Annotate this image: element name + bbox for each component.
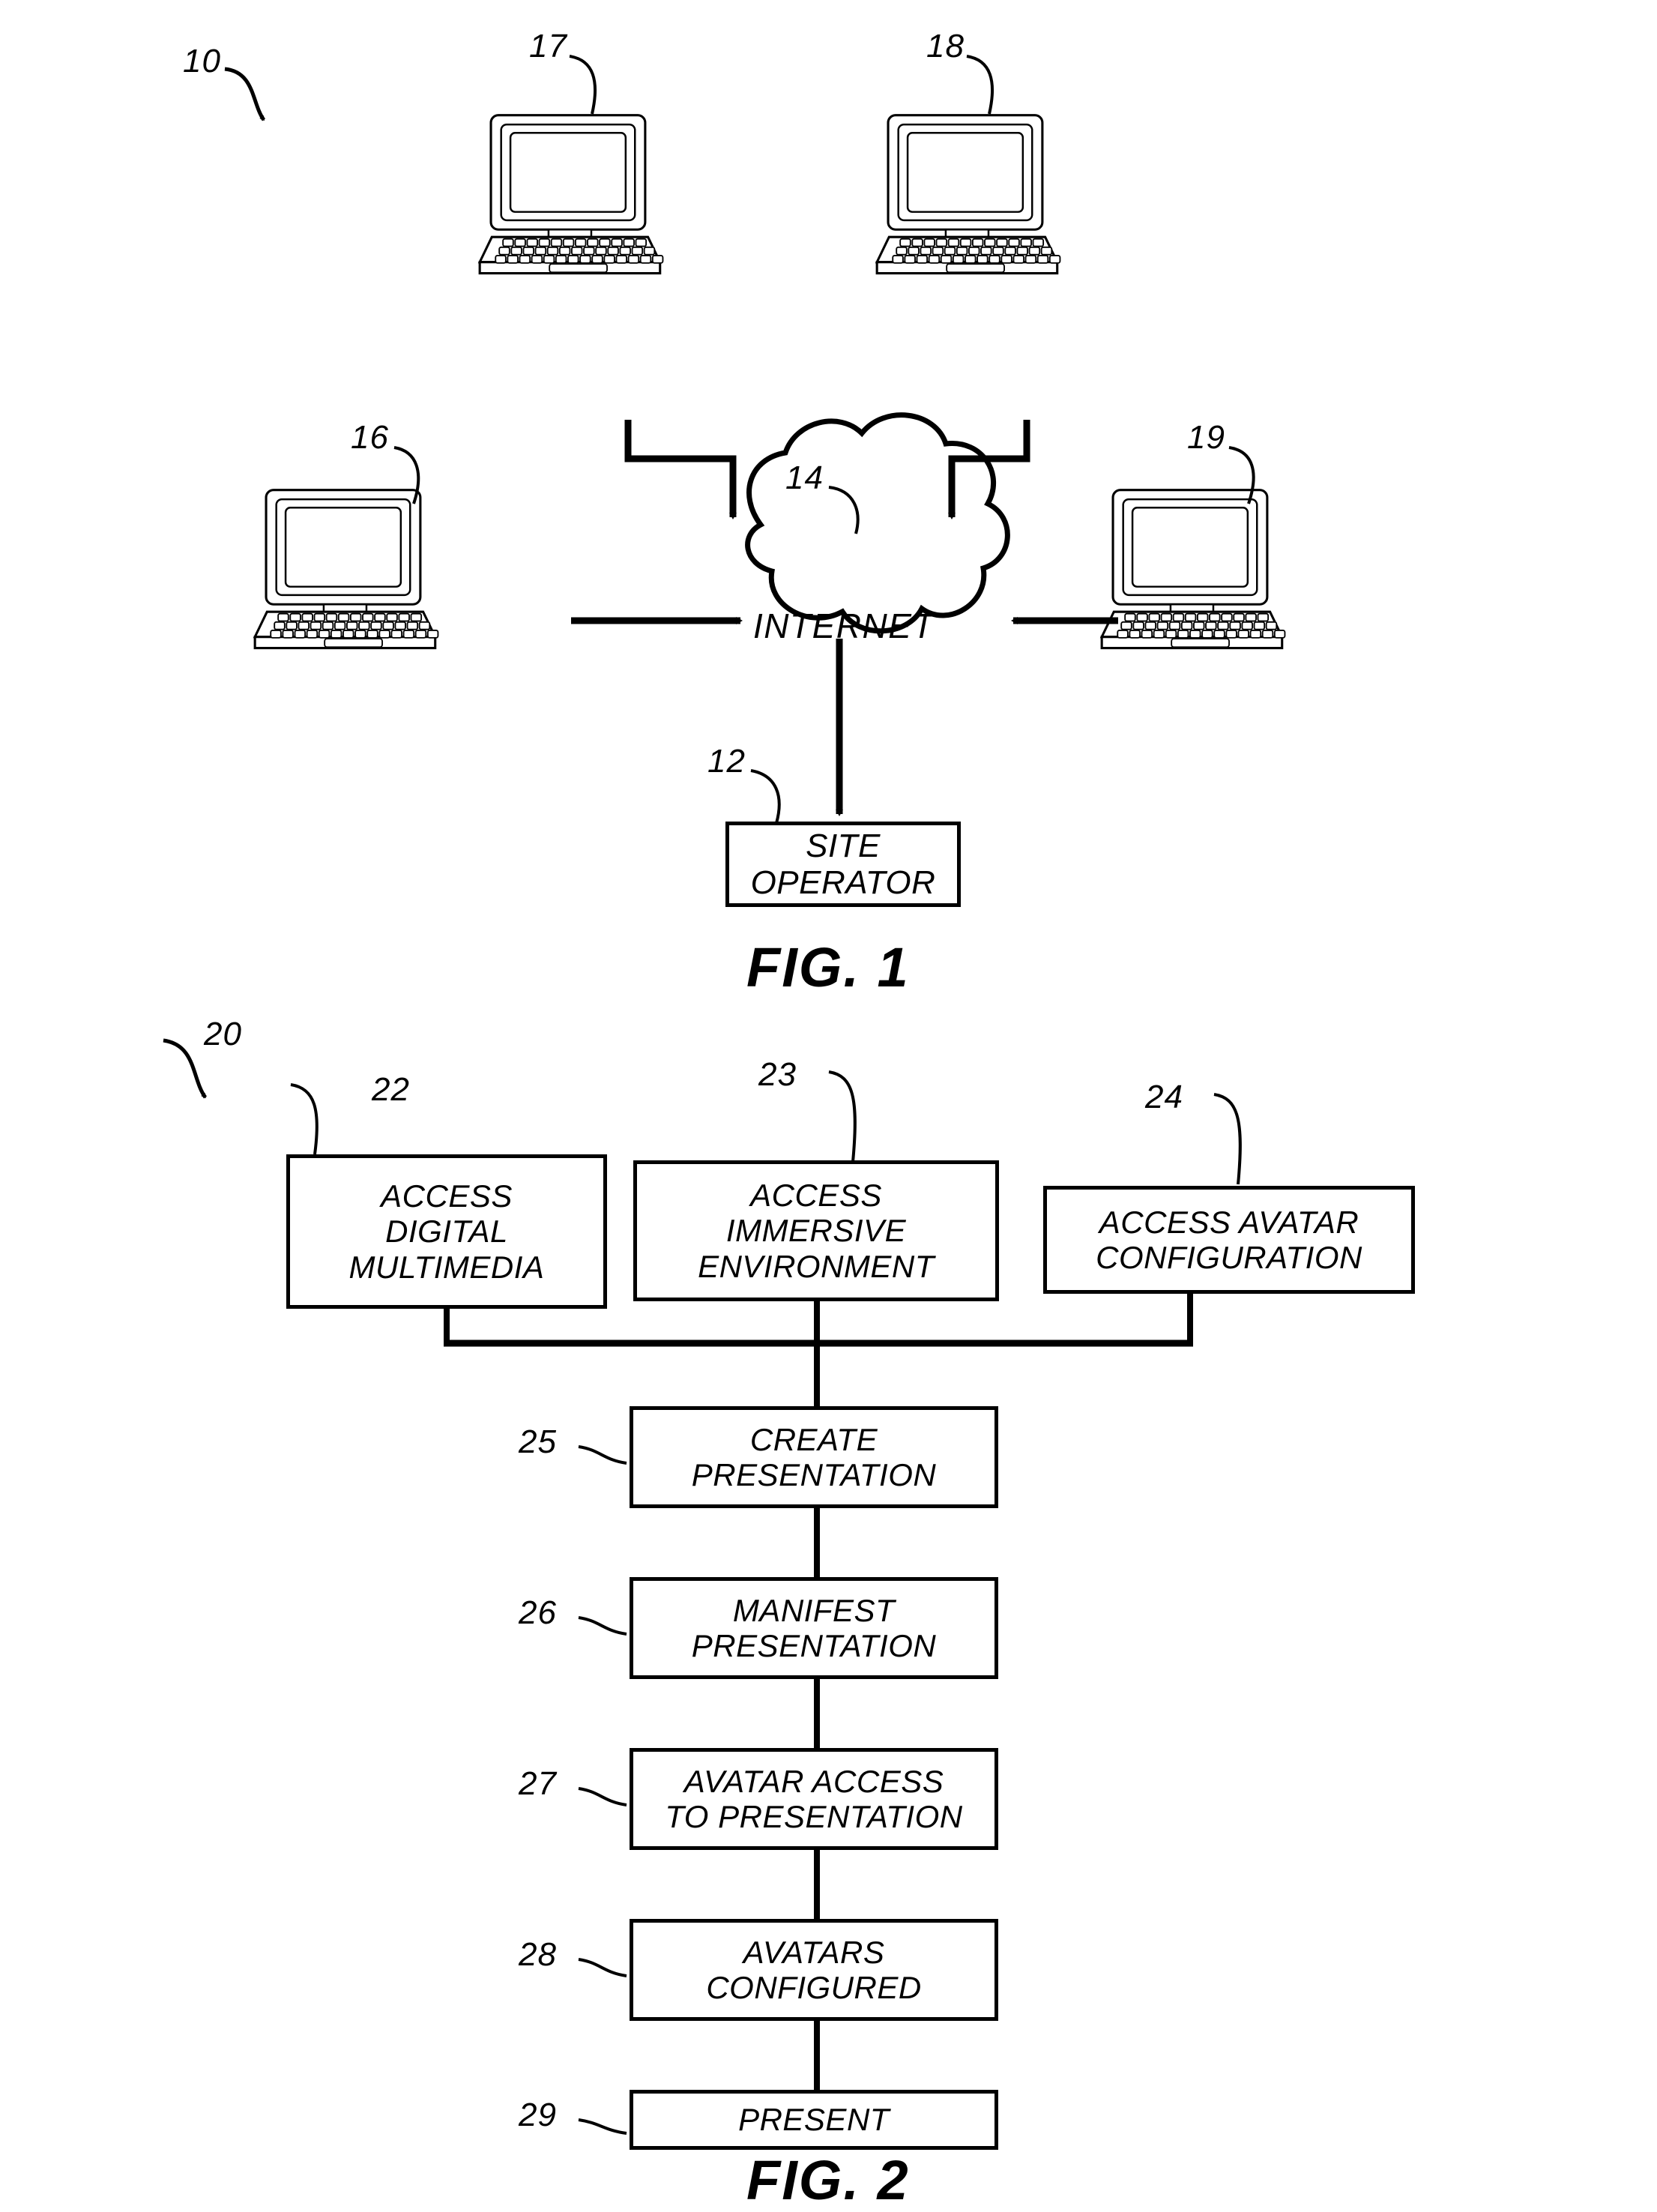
flow-box-access-immersive-environment: ACCESS IMMERSIVE ENVIRONMENT <box>633 1160 999 1301</box>
reference-numeral-25: 25 <box>519 1423 557 1460</box>
reference-numeral-10: 10 <box>183 43 221 79</box>
reference-numeral-17: 17 <box>529 28 567 64</box>
reference-numeral-24: 24 <box>1145 1079 1183 1115</box>
flow-box-avatars-configured: AVATARS CONFIGURED <box>630 1919 998 2021</box>
reference-numeral-19: 19 <box>1187 419 1225 456</box>
reference-numeral-16: 16 <box>351 419 389 456</box>
reference-numeral-28: 28 <box>519 1936 557 1973</box>
reference-numeral-29: 29 <box>519 2097 557 2133</box>
flow-box-avatar-access-to-presentation: AVATAR ACCESS TO PRESENTATION <box>630 1748 998 1850</box>
flow-box-access-avatar-configuration: ACCESS AVATAR CONFIGURATION <box>1043 1186 1415 1294</box>
figure-1-caption: FIG. 1 <box>746 936 910 998</box>
reference-numeral-22: 22 <box>372 1071 410 1108</box>
figure-2-caption: FIG. 2 <box>746 2149 910 2211</box>
site-operator-box: SITE OPERATOR <box>725 822 961 907</box>
reference-numeral-12: 12 <box>707 743 746 780</box>
patent-drawing-sheet: 10 17 18 16 19 14 12 INTERNET SITE OPERA… <box>0 0 1657 2211</box>
internet-cloud-label: INTERNET <box>753 606 935 645</box>
reference-numeral-14: 14 <box>785 459 824 496</box>
reference-numeral-26: 26 <box>519 1594 557 1631</box>
reference-numeral-20: 20 <box>204 1016 242 1052</box>
flow-box-manifest-presentation: MANIFEST PRESENTATION <box>630 1577 998 1679</box>
flow-box-create-presentation: CREATE PRESENTATION <box>630 1406 998 1508</box>
reference-numeral-23: 23 <box>758 1056 797 1093</box>
flow-box-access-digital-multimedia: ACCESS DIGITAL MULTIMEDIA <box>286 1154 607 1309</box>
flow-box-present: PRESENT <box>630 2090 998 2150</box>
reference-numeral-27: 27 <box>519 1765 557 1802</box>
reference-numeral-18: 18 <box>926 28 965 64</box>
